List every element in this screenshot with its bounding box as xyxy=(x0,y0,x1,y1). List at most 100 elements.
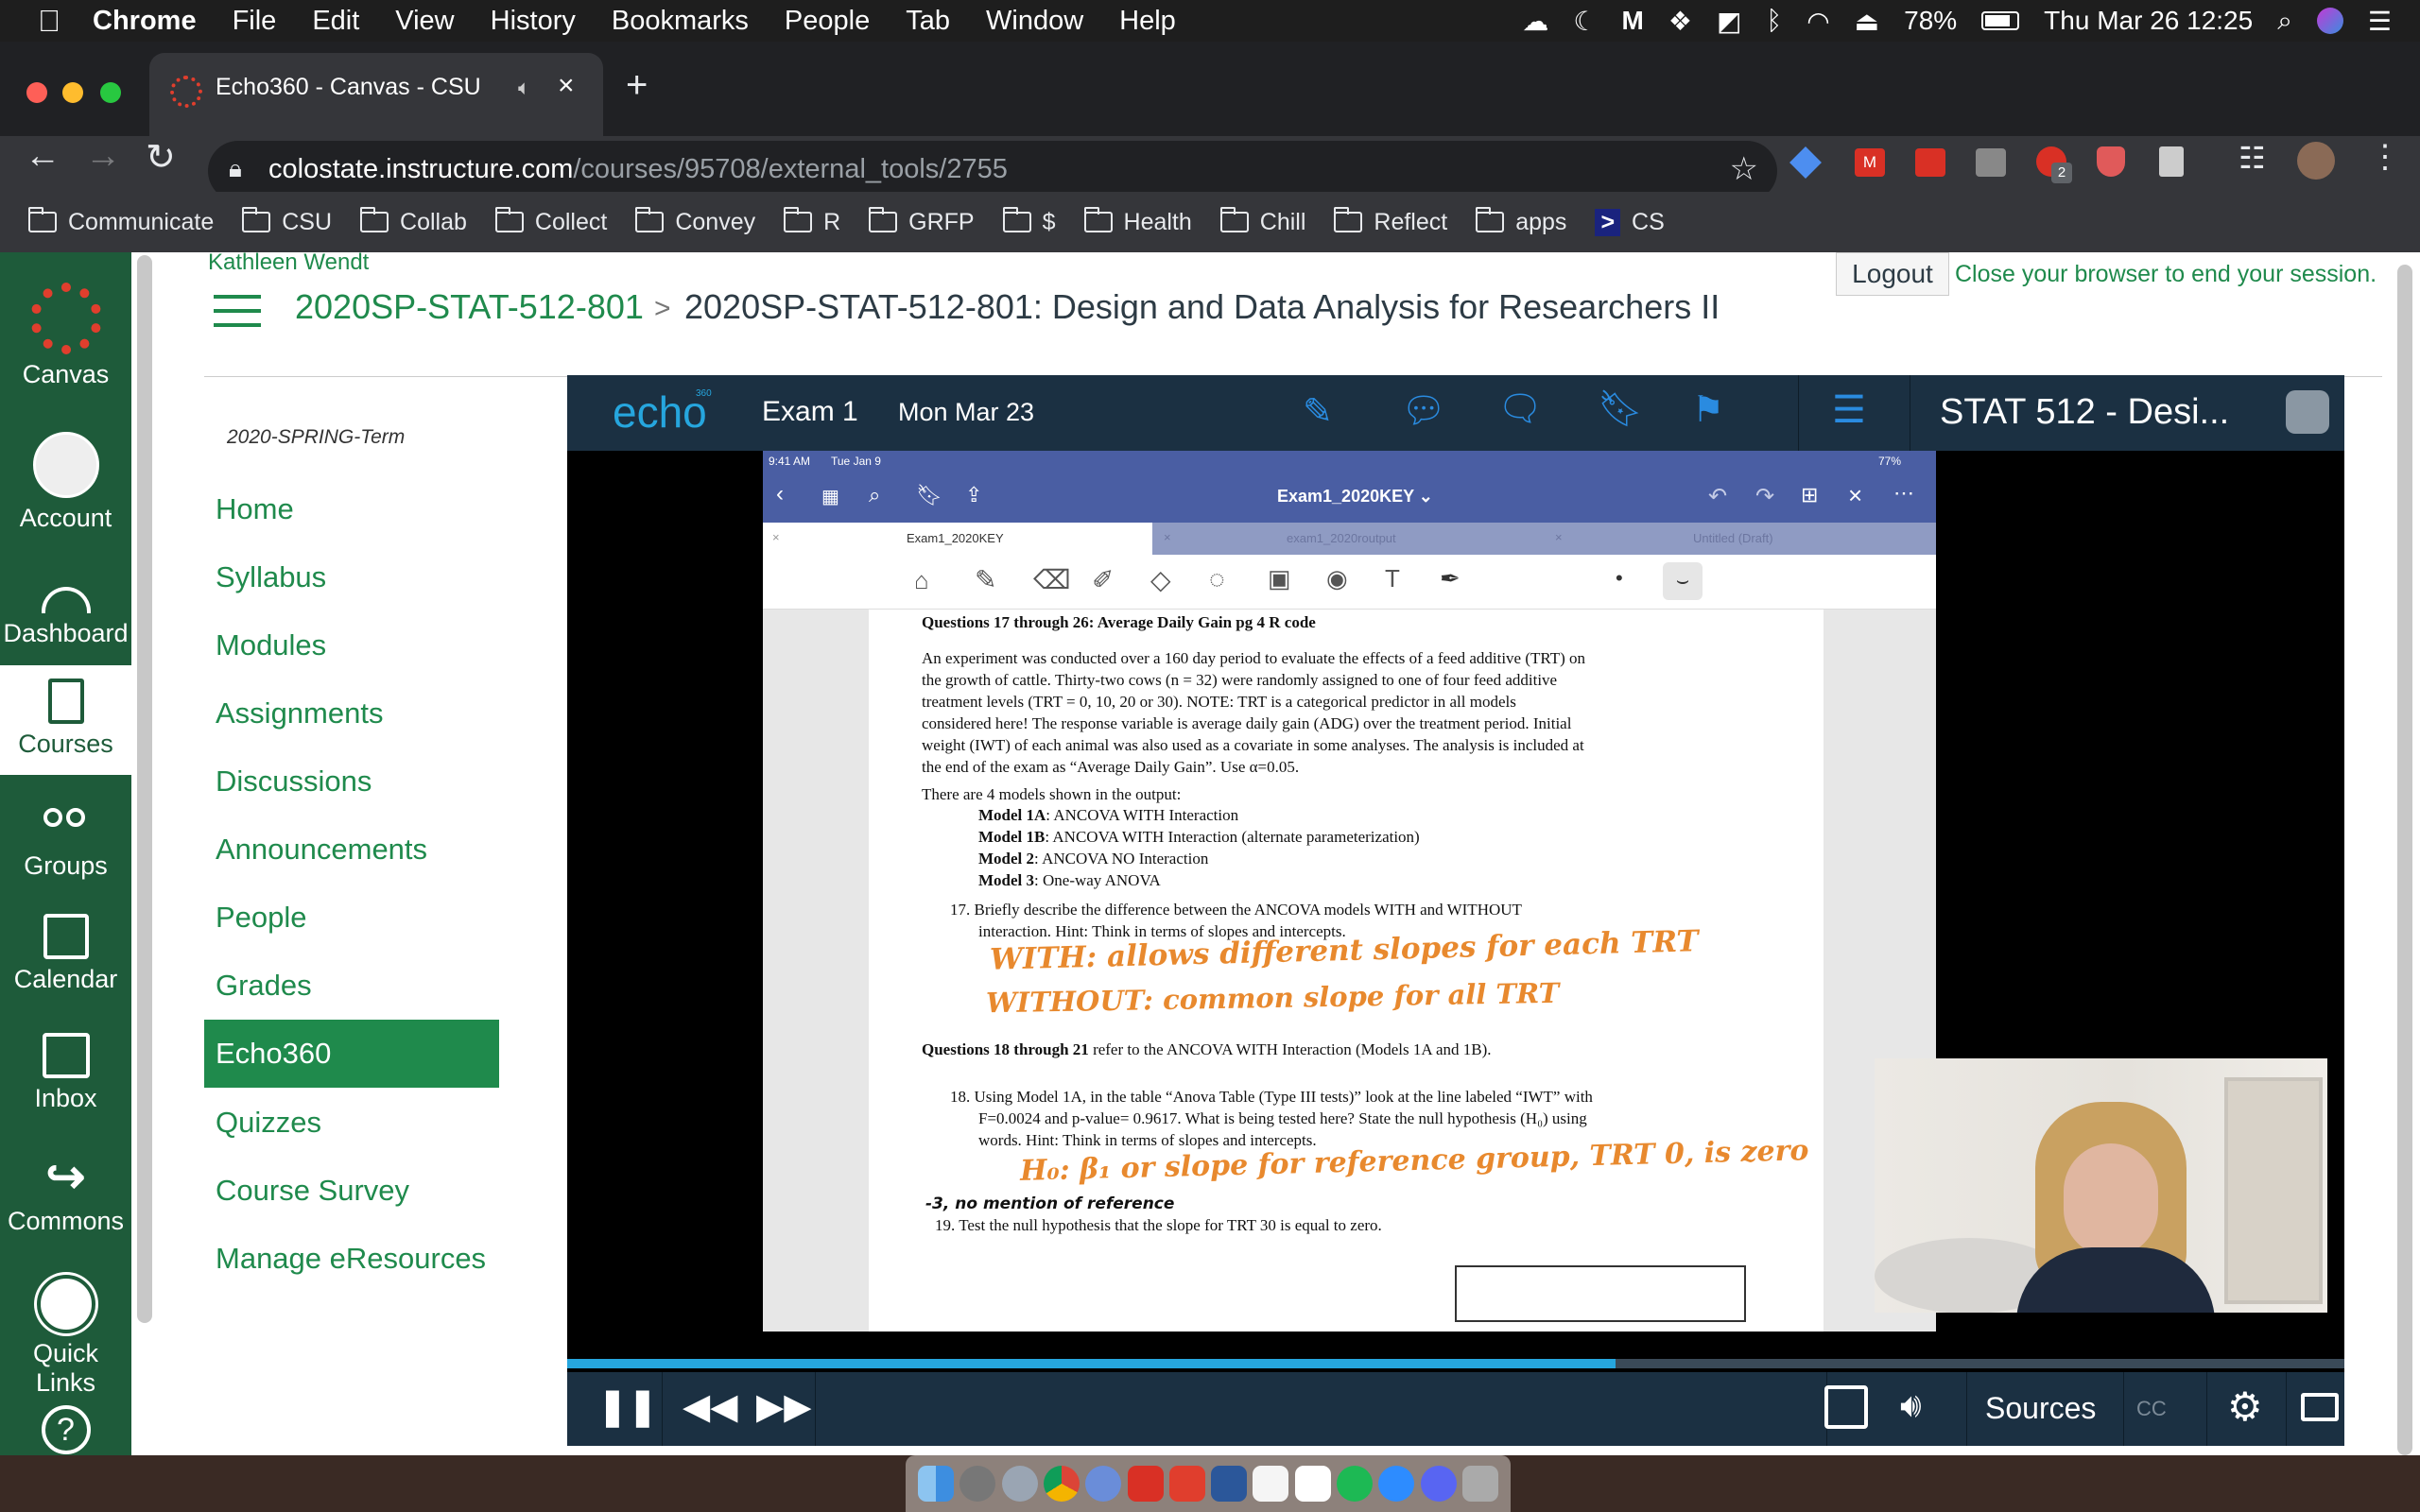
word-icon[interactable] xyxy=(1211,1466,1248,1502)
ipad-image-icon[interactable]: ▣ xyxy=(1268,564,1291,593)
pause-icon[interactable]: ❚❚ xyxy=(597,1385,658,1428)
course-nav-discussions[interactable]: Discussions xyxy=(216,765,372,799)
dropbox-icon[interactable]: ❖ xyxy=(1668,6,1692,37)
bookmark-reflect[interactable]: Reflect xyxy=(1334,207,1447,236)
reading-list-icon[interactable]: ☷ xyxy=(2238,140,2266,176)
wifi-icon[interactable]: ◠ xyxy=(1806,6,1829,37)
bookmark-dollar[interactable]: $ xyxy=(1002,207,1056,236)
menu-history[interactable]: History xyxy=(491,6,576,37)
course-nav-course-survey[interactable]: Course Survey xyxy=(216,1174,409,1208)
ipad-tab-active[interactable]: × Exam1_2020KEY xyxy=(763,523,1152,555)
moon-icon[interactable]: ☾ xyxy=(1573,6,1597,37)
chrome-icon[interactable] xyxy=(1043,1466,1080,1502)
ipad-pen-icon[interactable]: ✎ xyxy=(975,564,996,595)
menu-help[interactable]: Help xyxy=(1119,6,1176,37)
back-icon[interactable]: ← xyxy=(25,136,60,177)
siri-icon[interactable] xyxy=(2316,8,2343,34)
zotero-icon[interactable] xyxy=(1168,1466,1205,1502)
extension-icon-7[interactable] xyxy=(2159,146,2184,177)
r-icon[interactable] xyxy=(1085,1466,1122,1502)
ipad-redo-icon[interactable]: ↷ xyxy=(1755,483,1774,510)
clock[interactable]: Thu Mar 26 12:25 xyxy=(2044,6,2253,36)
global-nav-quick-links[interactable]: Quick Links xyxy=(0,1275,131,1398)
discord-icon[interactable] xyxy=(1420,1466,1457,1502)
cc-button[interactable]: CC xyxy=(2136,1397,2167,1421)
list-icon[interactable]: ☰ xyxy=(1832,388,1866,432)
menu-edit[interactable]: Edit xyxy=(312,6,359,37)
zoom-window-button[interactable] xyxy=(100,82,121,103)
global-nav-dashboard[interactable]: Dashboard xyxy=(0,577,131,648)
breadcrumb-course[interactable]: 2020SP-STAT-512-801 xyxy=(295,287,644,327)
ipad-back-icon[interactable]: ‹ xyxy=(776,481,784,507)
bookmark-collab[interactable]: Collab xyxy=(360,207,467,236)
ipad-grid-icon[interactable]: ▦ xyxy=(821,485,839,508)
course-nav-syllabus[interactable]: Syllabus xyxy=(216,560,326,594)
bookmark-star-icon[interactable]: ☆ xyxy=(1730,150,1758,188)
echo360-app-icon[interactable] xyxy=(2286,390,2329,434)
ipad-bookmark-icon[interactable]: 🔖︎ xyxy=(916,483,942,507)
spotify-icon[interactable] xyxy=(1336,1466,1373,1502)
notification-center-icon[interactable]: ☰ xyxy=(2368,6,2392,37)
close-tab-icon[interactable]: × xyxy=(558,70,575,102)
screen-layout-icon[interactable] xyxy=(1824,1385,1868,1429)
global-nav-calendar[interactable]: Calendar xyxy=(0,914,131,994)
ipad-more-icon[interactable]: ⋯ xyxy=(1893,481,1914,506)
speaker-icon[interactable]: 🔈︎ xyxy=(518,76,530,100)
ipad-eraser-icon[interactable]: ⌫ xyxy=(1033,564,1071,595)
rewind-icon[interactable]: ◀◀ xyxy=(683,1385,737,1428)
ipad-read-mode-icon[interactable]: ⌂ xyxy=(914,566,929,595)
ipad-highlighter-icon[interactable]: ✐ xyxy=(1092,564,1114,595)
calendar-app-icon[interactable] xyxy=(1294,1466,1331,1502)
profile-avatar[interactable] xyxy=(2297,142,2335,180)
forward-icon[interactable]: → xyxy=(85,136,121,177)
menu-app-name[interactable]: Chrome xyxy=(93,6,197,37)
global-nav-groups[interactable]: Groups xyxy=(0,808,131,881)
spotlight-icon[interactable]: ⌕ xyxy=(2277,6,2292,37)
global-nav-inbox[interactable]: Inbox xyxy=(0,1033,131,1113)
bookmark-health[interactable]: Health xyxy=(1083,207,1192,236)
apple-icon[interactable]:  xyxy=(38,4,60,39)
ipad-tab-close-icon[interactable]: × xyxy=(772,530,780,544)
ask-question-icon[interactable]: 🗨︎ xyxy=(1497,388,1543,430)
course-nav-manage-eresources[interactable]: Manage eResources xyxy=(216,1242,486,1276)
course-nav-home[interactable]: Home xyxy=(216,492,294,526)
notes-icon[interactable]: ✎ xyxy=(1303,390,1333,433)
cloud-icon[interactable]: ☁ xyxy=(1522,6,1548,37)
flag-icon[interactable]: ⚑ xyxy=(1692,388,1724,431)
reload-icon[interactable]: ↻ xyxy=(146,136,176,179)
course-nav-people[interactable]: People xyxy=(216,901,307,935)
extension-icon-4[interactable] xyxy=(1976,148,2006,177)
course-nav-echo360[interactable]: Echo360 xyxy=(216,1037,331,1071)
nav-scrollbar[interactable] xyxy=(137,255,152,1323)
bookmark-communicate[interactable]: Communicate xyxy=(28,207,214,236)
bookmark-apps[interactable]: apps xyxy=(1476,207,1566,236)
app-icon[interactable]: ◩ xyxy=(1717,6,1741,37)
ipad-stroke-icon[interactable]: ⌣ xyxy=(1663,562,1703,600)
ipad-search-icon[interactable]: ⌕ xyxy=(869,483,880,507)
extension-icon-3[interactable] xyxy=(1915,148,1945,177)
trash-icon[interactable] xyxy=(1461,1466,1498,1502)
fullscreen-icon[interactable] xyxy=(2301,1393,2339,1421)
messages-icon[interactable] xyxy=(1378,1466,1415,1502)
global-nav-commons[interactable]: ↪ Commons xyxy=(0,1152,131,1236)
ipad-text-icon[interactable]: T xyxy=(1385,564,1400,593)
browser-tab[interactable]: Echo360 - Canvas - CSU 🔈︎ × xyxy=(149,53,603,136)
system-preferences-icon[interactable] xyxy=(959,1466,996,1502)
global-nav-account[interactable]: Account xyxy=(0,432,131,533)
finder-icon[interactable] xyxy=(918,1466,955,1502)
logout-button[interactable]: Logout xyxy=(1836,252,1949,296)
kindle-icon[interactable] xyxy=(1253,1466,1289,1502)
ipad-tab-close-icon[interactable]: × xyxy=(1164,530,1171,544)
global-nav-courses[interactable]: Courses xyxy=(0,665,131,775)
menu-file[interactable]: File xyxy=(233,6,277,37)
bookmark-grfp[interactable]: GRFP xyxy=(869,207,975,236)
ipad-tab-close-icon[interactable]: × xyxy=(1555,530,1563,544)
bookmark-convey[interactable]: Convey xyxy=(635,207,755,236)
bookmark-cs[interactable]: > CS xyxy=(1595,208,1665,236)
ipad-tab-label[interactable]: exam1_2020routput xyxy=(1287,531,1396,545)
course-nav-quizzes[interactable]: Quizzes xyxy=(216,1106,321,1140)
new-tab-icon[interactable]: + xyxy=(626,64,648,107)
malwarebytes-icon[interactable]: M xyxy=(1622,6,1644,36)
course-nav-announcements[interactable]: Announcements xyxy=(216,833,427,867)
mendeley-icon[interactable] xyxy=(1127,1466,1164,1502)
